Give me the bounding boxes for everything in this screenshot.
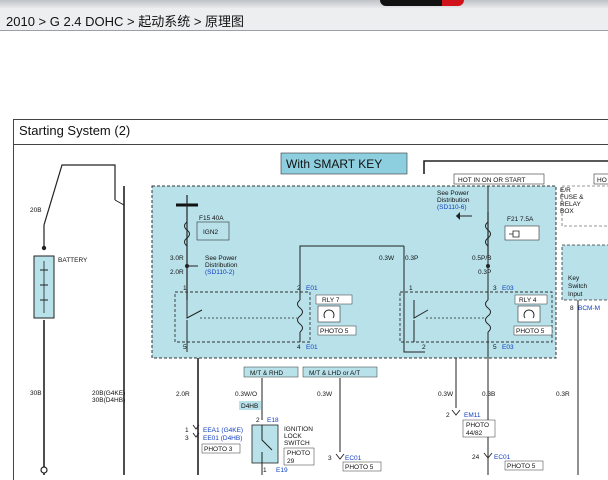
pin-3b: 3 bbox=[493, 285, 497, 292]
wire-0-3b-label: 0.3B bbox=[482, 391, 495, 398]
em11-connector bbox=[451, 409, 461, 416]
wire-0-3w-c-label: 0.3W bbox=[438, 391, 454, 398]
relay-right-name: RLY 4 bbox=[519, 297, 537, 304]
mt-rhd-label: M/T & RHD bbox=[250, 370, 283, 377]
wire-2-0r-b: 2.0R bbox=[176, 391, 190, 398]
d4hb-label: D4HB bbox=[241, 403, 258, 410]
wiring-diagram: With SMART KEY Key Switch Input 8 BCM-M … bbox=[30, 152, 608, 475]
see-power-right-3: (SD110-6) bbox=[437, 204, 467, 211]
smart-key-label: With SMART KEY bbox=[286, 157, 382, 171]
relay-left-conn-top: E01 bbox=[306, 285, 318, 292]
eea1-photo: PHOTO 3 bbox=[204, 446, 233, 453]
ignition-name-3: SWITCH bbox=[284, 440, 310, 447]
top-power-rail bbox=[423, 160, 608, 174]
battery-terminal bbox=[41, 245, 47, 251]
wire-0-3w-top-label: 0.3W bbox=[379, 255, 395, 262]
fuse-left-name: IGN2 bbox=[203, 229, 219, 236]
pin-1b: 1 bbox=[409, 285, 413, 292]
key-switch-line-3: Input bbox=[568, 291, 583, 298]
pin-8: 8 bbox=[570, 305, 574, 312]
ignition-switch-body bbox=[251, 424, 279, 464]
ec01-b-pin: 24 bbox=[472, 454, 480, 461]
ignition-name-1: IGNITION bbox=[284, 426, 313, 433]
ec01-a-pin: 3 bbox=[328, 455, 332, 462]
ec01-a-conn: EC01 bbox=[345, 455, 362, 462]
see-power-left-1: See Power bbox=[205, 255, 238, 262]
em11-pin: 2 bbox=[446, 412, 450, 419]
wire-20b: 20B bbox=[30, 207, 42, 214]
mt-lhd-label: M/T & LHD or A/T bbox=[309, 370, 360, 377]
em11-photo-no: 44/82 bbox=[466, 430, 483, 437]
pin-2b: 2 bbox=[422, 344, 426, 351]
ignition-photo: PHOTO bbox=[287, 450, 310, 457]
key-switch-line-1: Key bbox=[568, 275, 580, 282]
ignition-bottom: E19 bbox=[276, 467, 288, 474]
see-power-right-1: See Power bbox=[437, 190, 470, 197]
key-switch-line-2: Switch bbox=[568, 283, 588, 290]
er-fuse-4: BOX bbox=[560, 208, 574, 215]
relay-left-icon-box bbox=[317, 305, 341, 323]
relay-right-icon-box bbox=[517, 305, 541, 323]
ground-terminal bbox=[40, 466, 48, 474]
wire-20b-g4ke: 20B(G4KE) bbox=[92, 390, 125, 397]
eea1-pin-1: 1 bbox=[185, 427, 189, 434]
em11-photo: PHOTO bbox=[466, 422, 489, 429]
ec01-b-conn: EC01 bbox=[494, 454, 511, 461]
ec01-a-connector bbox=[335, 453, 345, 460]
relay-right-conn-bottom: E03 bbox=[502, 344, 514, 351]
em11-conn: EM11 bbox=[464, 412, 481, 419]
battery-positive-wire bbox=[43, 164, 116, 248]
relay-right-conn-top: E03 bbox=[502, 285, 514, 292]
hot-right-label: HO bbox=[597, 177, 607, 184]
hot-in-on-label: HOT IN ON OR START bbox=[458, 177, 526, 184]
ignition-bottom-pin: 1 bbox=[263, 467, 267, 474]
ignition-pin: 2 bbox=[256, 417, 260, 424]
pin-1a: 1 bbox=[183, 285, 187, 292]
pin-5b: 5 bbox=[493, 344, 497, 351]
relay-left-photo: PHOTO 5 bbox=[320, 328, 349, 335]
wire-30b-d4hb: 30B(D4HB) bbox=[92, 397, 125, 404]
ec01-b-photo: PHOTO 5 bbox=[507, 463, 536, 470]
ignition-photo-no: 29 bbox=[287, 458, 295, 465]
pin-5a: 5 bbox=[183, 344, 187, 351]
er-fuse-1: E/R bbox=[560, 187, 571, 194]
er-fuse-2: FUSE & bbox=[560, 194, 584, 201]
see-power-left-3: (SD110-2) bbox=[205, 269, 235, 276]
er-fuse-3: RELAY bbox=[560, 201, 581, 208]
wire-0-3wo-label: 0.3W/O bbox=[235, 391, 257, 398]
bcm-label: BCM-M bbox=[578, 305, 600, 312]
fuse-left-id: F15 40A bbox=[199, 215, 224, 222]
see-power-right-2: Distribution bbox=[437, 197, 470, 204]
relay-left-conn-bottom: E01 bbox=[306, 344, 318, 351]
fuse-right-id: F21 7.5A bbox=[507, 216, 534, 223]
wire-0-5pb-label: 0.5P/B bbox=[472, 255, 492, 262]
wire-3-0r: 3.0R bbox=[170, 255, 184, 262]
relay-right-photo: PHOTO 5 bbox=[516, 328, 545, 335]
wire-0-3p-label: 0.3P bbox=[405, 255, 418, 262]
wire-junction bbox=[114, 186, 125, 206]
eea1-line-1: EEA1 (G4KE) bbox=[203, 427, 243, 434]
wire-0-3r-label: 0.3R bbox=[556, 391, 570, 398]
wire-0-3w-b-label: 0.3W bbox=[317, 391, 333, 398]
eea1-pin-3: 3 bbox=[185, 435, 189, 442]
wire-0-3p-b-label: 0.3P bbox=[478, 269, 491, 276]
relay-left-name: RLY 7 bbox=[322, 297, 340, 304]
pin-4a: 4 bbox=[297, 344, 301, 351]
ec01-a-photo: PHOTO 5 bbox=[345, 464, 374, 471]
wire-30b: 30B bbox=[30, 390, 42, 397]
battery-label: BATTERY bbox=[58, 257, 88, 264]
wire-2-0r-a: 2.0R bbox=[170, 269, 184, 276]
see-power-left-2: Distribution bbox=[205, 262, 238, 269]
ignition-name-2: LOCK bbox=[284, 433, 302, 440]
eea1-line-2: EE01 (D4HB) bbox=[203, 435, 242, 442]
ignition-conn: E18 bbox=[267, 417, 279, 424]
fuse-right-box bbox=[504, 225, 540, 241]
